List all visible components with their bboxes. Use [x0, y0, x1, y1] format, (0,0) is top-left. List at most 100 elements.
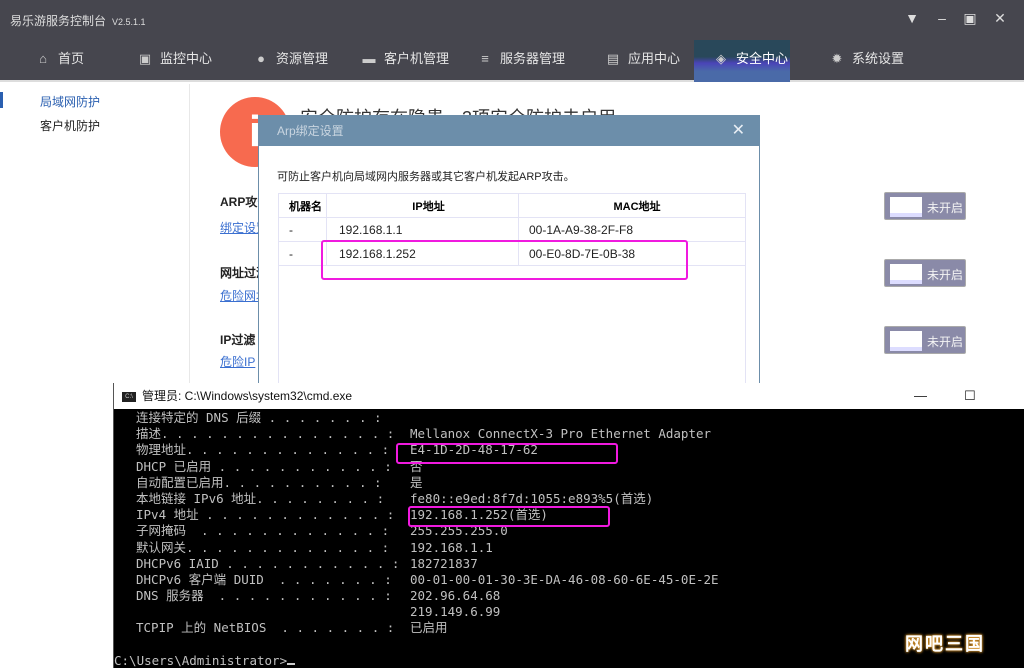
- dialog-description: 可防止客户机向局域网内服务器或其它客户机发起ARP攻击。: [277, 171, 575, 183]
- column-header-name[interactable]: 机器名: [279, 194, 327, 217]
- cmd-value: fe80::e9ed:8f7d:1055:e893%5(首选): [410, 490, 654, 506]
- robot-icon: ●: [257, 51, 265, 66]
- server-icon: ≡: [481, 51, 489, 66]
- machine-name: -: [279, 242, 327, 265]
- cmd-line: TCPIP 上的 NetBIOS . . . . . . . : 已启用: [114, 620, 1024, 636]
- text-cursor: [287, 663, 296, 665]
- prompt-text: C:\Users\Administrator>: [114, 653, 288, 668]
- tab-servers[interactable]: ≡ 服务器管理: [470, 40, 565, 82]
- dialog-title: Arp绑定设置: [277, 124, 344, 138]
- cmd-value: 已启用: [410, 620, 448, 636]
- active-indicator: [0, 92, 3, 108]
- app-name: 易乐游服务控制台: [10, 14, 107, 28]
- tab-label: 资源管理: [276, 51, 329, 66]
- minimize-button[interactable]: –: [932, 10, 952, 26]
- cmd-key: DNS 服务器 . . . . . . . . . . . :: [136, 588, 392, 604]
- cmd-key: 物理地址. . . . . . . . . . . . . :: [136, 442, 390, 458]
- cmd-title: 管理员: C:\Windows\system32\cmd.exe: [142, 389, 353, 403]
- cmd-line: 描述. . . . . . . . . . . . . . . : Mellano…: [114, 426, 1024, 442]
- maximize-button[interactable]: ☐: [964, 383, 976, 409]
- cmd-key: DHCP 已启用 . . . . . . . . . . . :: [136, 458, 392, 474]
- arp-toggle[interactable]: 未开启: [884, 192, 966, 220]
- tab-label: 首页: [58, 51, 85, 66]
- toggle-knob: [890, 331, 922, 351]
- sidebar-item-client-protection[interactable]: 客户机防护: [40, 117, 100, 134]
- tab-label: 系统设置: [852, 51, 905, 66]
- cmd-value: 是: [410, 474, 423, 490]
- bag-icon: ▤: [606, 51, 620, 66]
- ip-address: 192.168.1.1: [327, 218, 519, 241]
- gear-icon: ✹: [831, 51, 843, 66]
- cmd-key: 自动配置已启用. . . . . . . . . . :: [136, 474, 382, 490]
- column-header-ip[interactable]: IP地址: [327, 194, 519, 217]
- minimize-button[interactable]: —: [914, 383, 927, 409]
- tab-security[interactable]: ◈ 安全中心: [694, 40, 790, 82]
- toggle-label: 未开启: [927, 201, 964, 215]
- cmd-value: 182721837: [410, 555, 478, 571]
- highlight-box: [396, 443, 618, 464]
- main-nav: ⌂ 首页 ▣ 监控中心 ● 资源管理 ▬ 客户机管理 ≡ 服务器管理 ▤ 应用中心 ◈ 安全中…: [0, 40, 1024, 82]
- cmd-key: 子网掩码 . . . . . . . . . . . . :: [136, 523, 390, 539]
- cmd-key: TCPIP 上的 NetBIOS . . . . . . . :: [136, 620, 395, 636]
- menu-dropdown-icon[interactable]: ▼: [902, 10, 922, 26]
- cmd-line: 219.149.6.99: [114, 604, 1024, 620]
- cmd-value: 00-01-00-01-30-3E-DA-46-08-60-6E-45-0E-2…: [410, 571, 719, 587]
- tab-label: 客户机管理: [384, 51, 450, 66]
- cmd-key: DHCPv6 IAID . . . . . . . . . . . :: [136, 555, 400, 571]
- tab-clients[interactable]: ▬ 客户机管理: [354, 40, 450, 82]
- toggle-label: 未开启: [927, 268, 964, 282]
- watermark-logo: 网吧三国: [905, 634, 985, 654]
- close-icon[interactable]: ✕: [732, 116, 745, 146]
- maximize-button[interactable]: ▣: [960, 10, 980, 27]
- shield-icon: ◈: [716, 51, 726, 66]
- tab-label: 服务器管理: [500, 51, 566, 66]
- cmd-title-bar: C:\ 管理员: C:\Windows\system32\cmd.exe — ☐: [114, 383, 1024, 409]
- column-header-mac[interactable]: MAC地址: [519, 194, 745, 217]
- toggle-knob: [890, 197, 922, 217]
- cmd-value: Mellanox ConnectX-3 Pro Ethernet Adapter: [410, 426, 712, 442]
- cmd-key: 描述. . . . . . . . . . . . . . . :: [136, 426, 395, 442]
- dangerous-ip-link[interactable]: 危险IP: [220, 353, 255, 370]
- tab-monitor[interactable]: ▣ 监控中心: [130, 40, 212, 82]
- highlight-box: [321, 240, 688, 280]
- dialog-header: Arp绑定设置 ✕: [259, 116, 759, 146]
- cmd-line: 本地链接 IPv6 地址. . . . . . . . : fe80::e9ed:…: [114, 491, 1024, 507]
- cmd-prompt[interactable]: C:\Users\Administrator>: [114, 653, 296, 668]
- ip-filter-toggle[interactable]: 未开启: [884, 326, 966, 354]
- close-button[interactable]: ✕: [990, 10, 1010, 27]
- cmd-key: 默认网关. . . . . . . . . . . . . :: [136, 539, 390, 555]
- highlight-box: [408, 506, 610, 527]
- tab-home[interactable]: ⌂ 首页: [28, 40, 84, 82]
- tab-resources[interactable]: ● 资源管理: [246, 40, 328, 82]
- cmd-icon: C:\: [122, 391, 136, 402]
- cmd-key: 本地链接 IPv6 地址. . . . . . . . :: [136, 490, 385, 506]
- tab-apps[interactable]: ▤ 应用中心: [598, 40, 680, 82]
- tab-label: 安全中心: [736, 51, 789, 66]
- cmd-key: DHCPv6 客户端 DUID . . . . . . . :: [136, 571, 392, 587]
- tab-label: 监控中心: [160, 51, 213, 66]
- cmd-value: 192.168.1.1: [410, 539, 493, 555]
- app-title: 易乐游服务控制台 V2.5.1.1: [10, 12, 146, 29]
- sidebar-item-lan-protection[interactable]: 局域网防护: [40, 93, 100, 110]
- toggle-knob: [890, 264, 922, 284]
- toggle-label: 未开启: [927, 335, 964, 349]
- cmd-key: 连接特定的 DNS 后缀 . . . . . . . :: [136, 410, 382, 425]
- tab-settings[interactable]: ✹ 系统设置: [822, 40, 904, 82]
- app-version: V2.5.1.1: [112, 17, 146, 27]
- title-bar: 易乐游服务控制台 V2.5.1.1 ▼ – ▣ ✕: [0, 0, 1024, 40]
- table-row[interactable]: - 192.168.1.1 00-1A-A9-38-2F-F8: [279, 218, 745, 242]
- cmd-line: 自动配置已启用. . . . . . . . . . : 是: [114, 475, 1024, 491]
- section-title: IP过滤: [220, 333, 256, 347]
- arp-table: 机器名 IP地址 MAC地址 - 192.168.1.1 00-1A-A9-38…: [278, 193, 746, 393]
- cmd-line: 默认网关. . . . . . . . . . . . . : 192.168.1…: [114, 540, 1024, 556]
- table-header: 机器名 IP地址 MAC地址: [279, 194, 745, 218]
- tab-label: 应用中心: [628, 51, 681, 66]
- url-filter-toggle[interactable]: 未开启: [884, 259, 966, 287]
- cmd-line: 连接特定的 DNS 后缀 . . . . . . . :: [114, 410, 1024, 426]
- mac-address: 00-1A-A9-38-2F-F8: [529, 222, 634, 237]
- cmd-value: 202.96.64.68: [410, 588, 501, 604]
- sidebar: 局域网防护 客户机防护: [0, 84, 190, 384]
- cmd-line: DHCPv6 IAID . . . . . . . . . . . : 18272…: [114, 556, 1024, 572]
- cmd-line: DHCPv6 客户端 DUID . . . . . . . : 00-01-00-…: [114, 572, 1024, 588]
- machine-name: -: [279, 218, 327, 241]
